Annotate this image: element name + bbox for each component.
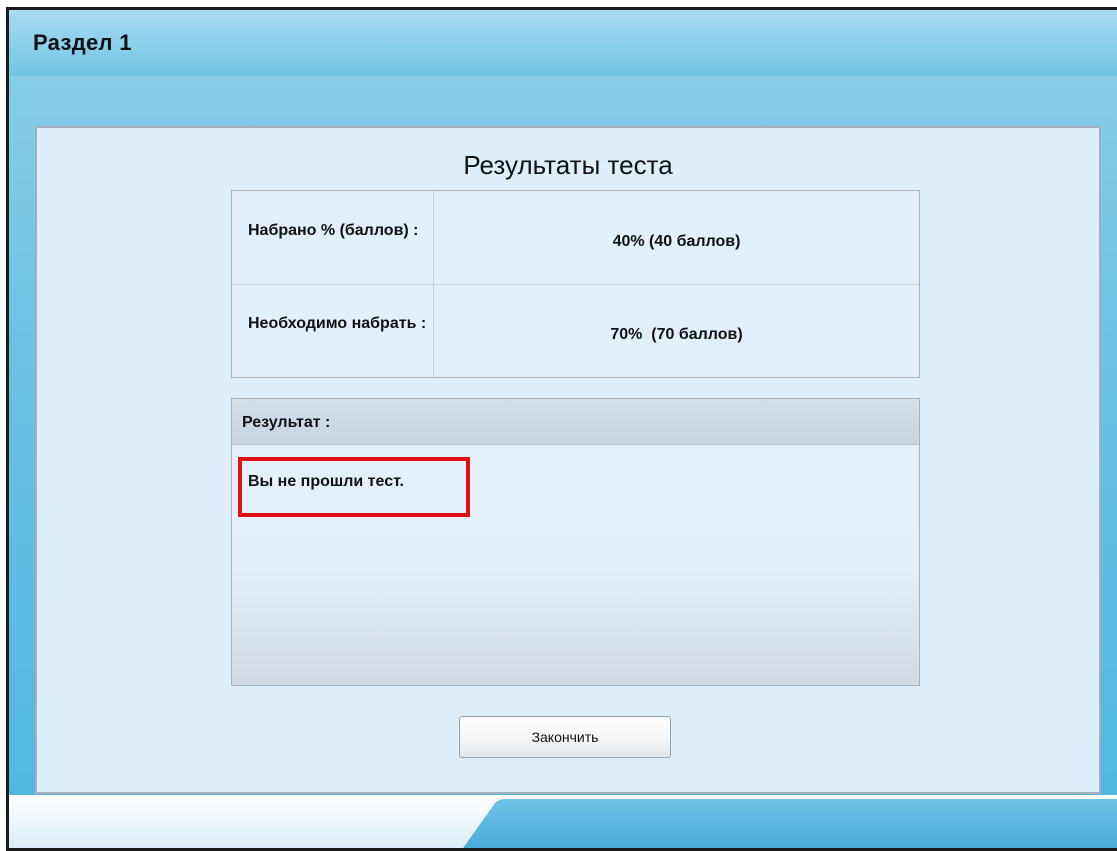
- score-label-required: Необходимо набрать :: [232, 284, 434, 377]
- app-window: Раздел 1 Результаты теста Набрано % (бал…: [6, 7, 1117, 851]
- finish-button[interactable]: Закончить: [459, 716, 671, 758]
- score-value-required: 70% (70 баллов): [610, 326, 743, 343]
- result-message: Вы не прошли тест.: [248, 473, 404, 490]
- section-header: Раздел 1: [9, 10, 1117, 76]
- result-highlight-box: Вы не прошли тест.: [238, 457, 470, 517]
- score-table: Набрано % (баллов) : 40% (40 баллов) Нео…: [231, 190, 920, 378]
- section-title: Раздел 1: [33, 30, 132, 55]
- score-label-earned: Набрано % (баллов) :: [232, 191, 434, 284]
- footer-decoration: [9, 795, 1117, 848]
- result-header: Результат :: [232, 399, 919, 445]
- result-box: Результат : Вы не прошли тест.: [231, 398, 920, 686]
- score-value-earned: 40% (40 баллов): [612, 233, 741, 250]
- score-row-earned: Набрано % (баллов) : 40% (40 баллов): [232, 191, 919, 285]
- results-title: Результаты теста: [463, 150, 673, 180]
- results-panel: Результаты теста Набрано % (баллов) : 40…: [35, 126, 1101, 794]
- result-label: Результат :: [242, 414, 331, 431]
- score-row-required: Необходимо набрать : 70% (70 баллов): [232, 284, 919, 377]
